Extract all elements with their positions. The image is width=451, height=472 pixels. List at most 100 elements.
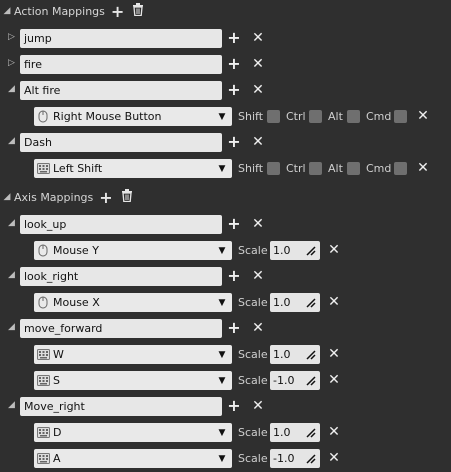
collapse-arrow-icon[interactable]: ◢ bbox=[8, 218, 18, 232]
remove-mapping-icon[interactable]: ✕ bbox=[251, 320, 265, 336]
alt-checkbox[interactable] bbox=[347, 110, 360, 123]
remove-key-icon[interactable]: ✕ bbox=[327, 346, 341, 362]
add-key-icon[interactable]: + bbox=[227, 134, 241, 150]
key-select-dropdown[interactable]: Mouse X ▼ bbox=[34, 293, 232, 312]
scale-input[interactable]: 1.0 bbox=[270, 345, 320, 364]
cmd-checkbox[interactable] bbox=[394, 162, 407, 175]
mapping-name-field[interactable]: look_right bbox=[20, 267, 222, 286]
action-mapping-jump: ▷ jump + ✕ bbox=[0, 28, 451, 50]
keyboard-icon bbox=[36, 452, 50, 466]
add-key-icon[interactable]: + bbox=[227, 320, 241, 336]
expand-arrow-icon[interactable]: ▷ bbox=[8, 58, 18, 72]
remove-key-icon[interactable]: ✕ bbox=[416, 160, 430, 176]
chevron-down-icon: ▼ bbox=[218, 453, 226, 464]
ctrl-checkbox[interactable] bbox=[309, 162, 322, 175]
remove-mapping-icon[interactable]: ✕ bbox=[251, 268, 265, 284]
scale-input[interactable]: 1.0 bbox=[270, 423, 320, 442]
scale-input[interactable]: -1.0 bbox=[270, 449, 320, 468]
key-select-dropdown[interactable]: Left Shift ▼ bbox=[34, 159, 232, 178]
key-select-dropdown[interactable]: Mouse Y ▼ bbox=[34, 241, 232, 260]
drag-resize-icon[interactable] bbox=[305, 453, 317, 465]
collapse-arrow-icon[interactable]: ◢ bbox=[8, 270, 18, 284]
mapping-name-field[interactable]: Move_right bbox=[20, 397, 222, 416]
action-mappings-header[interactable]: ◢ Action Mappings + bbox=[0, 0, 451, 22]
remove-mapping-icon[interactable]: ✕ bbox=[251, 134, 265, 150]
ctrl-checkbox[interactable] bbox=[309, 110, 322, 123]
scale-input[interactable]: 1.0 bbox=[270, 293, 320, 312]
remove-key-icon[interactable]: ✕ bbox=[327, 294, 341, 310]
drag-resize-icon[interactable] bbox=[305, 375, 317, 387]
chevron-down-icon: ▼ bbox=[218, 163, 226, 174]
mapping-name-field[interactable]: look_up bbox=[20, 215, 222, 234]
add-key-icon[interactable]: + bbox=[227, 30, 241, 46]
scale-value: 1.0 bbox=[273, 244, 291, 257]
mapping-name-field[interactable]: Alt fire bbox=[20, 81, 222, 100]
scale-input[interactable]: -1.0 bbox=[270, 371, 320, 390]
chevron-down-icon: ▼ bbox=[218, 245, 226, 256]
shift-label: Shift bbox=[238, 162, 264, 175]
collapse-arrow-icon[interactable]: ◢ bbox=[2, 192, 12, 202]
collapse-arrow-icon[interactable]: ◢ bbox=[8, 400, 18, 414]
shift-checkbox[interactable] bbox=[267, 162, 280, 175]
remove-key-icon[interactable]: ✕ bbox=[327, 450, 341, 466]
remove-key-icon[interactable]: ✕ bbox=[416, 108, 430, 124]
remove-key-icon[interactable]: ✕ bbox=[327, 242, 341, 258]
axis-mapping-look-up: ◢ look_up + ✕ bbox=[0, 214, 451, 236]
key-label: S bbox=[53, 374, 60, 387]
key-select-dropdown[interactable]: Right Mouse Button ▼ bbox=[34, 107, 232, 126]
remove-key-icon[interactable]: ✕ bbox=[327, 424, 341, 440]
keyboard-icon bbox=[36, 426, 50, 440]
drag-resize-icon[interactable] bbox=[305, 349, 317, 361]
delete-all-action-mappings-icon[interactable] bbox=[132, 3, 144, 19]
remove-key-icon[interactable]: ✕ bbox=[327, 372, 341, 388]
remove-mapping-icon[interactable]: ✕ bbox=[251, 56, 265, 72]
mouse-icon bbox=[36, 296, 50, 310]
delete-all-axis-mappings-icon[interactable] bbox=[121, 189, 133, 205]
key-binding-row: Right Mouse Button ▼ Shift Ctrl Alt Cmd … bbox=[0, 106, 451, 128]
add-key-icon[interactable]: + bbox=[227, 216, 241, 232]
axis-key-row: S ▼ Scale -1.0 ✕ bbox=[0, 370, 451, 392]
remove-mapping-icon[interactable]: ✕ bbox=[251, 216, 265, 232]
key-label: Mouse X bbox=[53, 296, 100, 309]
chevron-down-icon: ▼ bbox=[218, 297, 226, 308]
axis-mapping-move-forward: ◢ move_forward + ✕ bbox=[0, 318, 451, 340]
action-mapping-dash: ◢ Dash + ✕ bbox=[0, 132, 451, 154]
key-select-dropdown[interactable]: A ▼ bbox=[34, 449, 232, 468]
cmd-checkbox[interactable] bbox=[394, 110, 407, 123]
add-key-icon[interactable]: + bbox=[227, 56, 241, 72]
axis-key-row: Mouse Y ▼ Scale 1.0 ✕ bbox=[0, 240, 451, 262]
axis-key-row: A ▼ Scale -1.0 ✕ bbox=[0, 448, 451, 470]
add-key-icon[interactable]: + bbox=[227, 82, 241, 98]
scale-value: -1.0 bbox=[273, 452, 295, 465]
add-key-icon[interactable]: + bbox=[227, 398, 241, 414]
action-mapping-alt-fire: ◢ Alt fire + ✕ bbox=[0, 80, 451, 102]
add-axis-mapping-icon[interactable]: + bbox=[99, 188, 112, 207]
collapse-arrow-icon[interactable]: ◢ bbox=[2, 6, 12, 16]
remove-mapping-icon[interactable]: ✕ bbox=[251, 82, 265, 98]
collapse-arrow-icon[interactable]: ◢ bbox=[8, 84, 18, 98]
axis-mappings-title: Axis Mappings bbox=[14, 190, 94, 204]
remove-mapping-icon[interactable]: ✕ bbox=[251, 30, 265, 46]
key-select-dropdown[interactable]: D ▼ bbox=[34, 423, 232, 442]
alt-checkbox[interactable] bbox=[347, 162, 360, 175]
scale-label: Scale bbox=[238, 452, 268, 465]
collapse-arrow-icon[interactable]: ◢ bbox=[8, 322, 18, 336]
expand-arrow-icon[interactable]: ▷ bbox=[8, 32, 18, 46]
collapse-arrow-icon[interactable]: ◢ bbox=[8, 136, 18, 150]
remove-mapping-icon[interactable]: ✕ bbox=[251, 398, 265, 414]
mapping-name-field[interactable]: fire bbox=[20, 55, 222, 74]
key-select-dropdown[interactable]: W ▼ bbox=[34, 345, 232, 364]
mapping-name-field[interactable]: Dash bbox=[20, 133, 222, 152]
shift-label: Shift bbox=[238, 110, 264, 123]
axis-mappings-header[interactable]: ◢ Axis Mappings + bbox=[0, 186, 451, 208]
drag-resize-icon[interactable] bbox=[305, 297, 317, 309]
drag-resize-icon[interactable] bbox=[305, 427, 317, 439]
add-key-icon[interactable]: + bbox=[227, 268, 241, 284]
key-select-dropdown[interactable]: S ▼ bbox=[34, 371, 232, 390]
shift-checkbox[interactable] bbox=[267, 110, 280, 123]
add-action-mapping-icon[interactable]: + bbox=[111, 2, 124, 21]
mapping-name-field[interactable]: jump bbox=[20, 29, 222, 48]
mapping-name-field[interactable]: move_forward bbox=[20, 319, 222, 338]
scale-input[interactable]: 1.0 bbox=[270, 241, 320, 260]
drag-resize-icon[interactable] bbox=[305, 245, 317, 257]
